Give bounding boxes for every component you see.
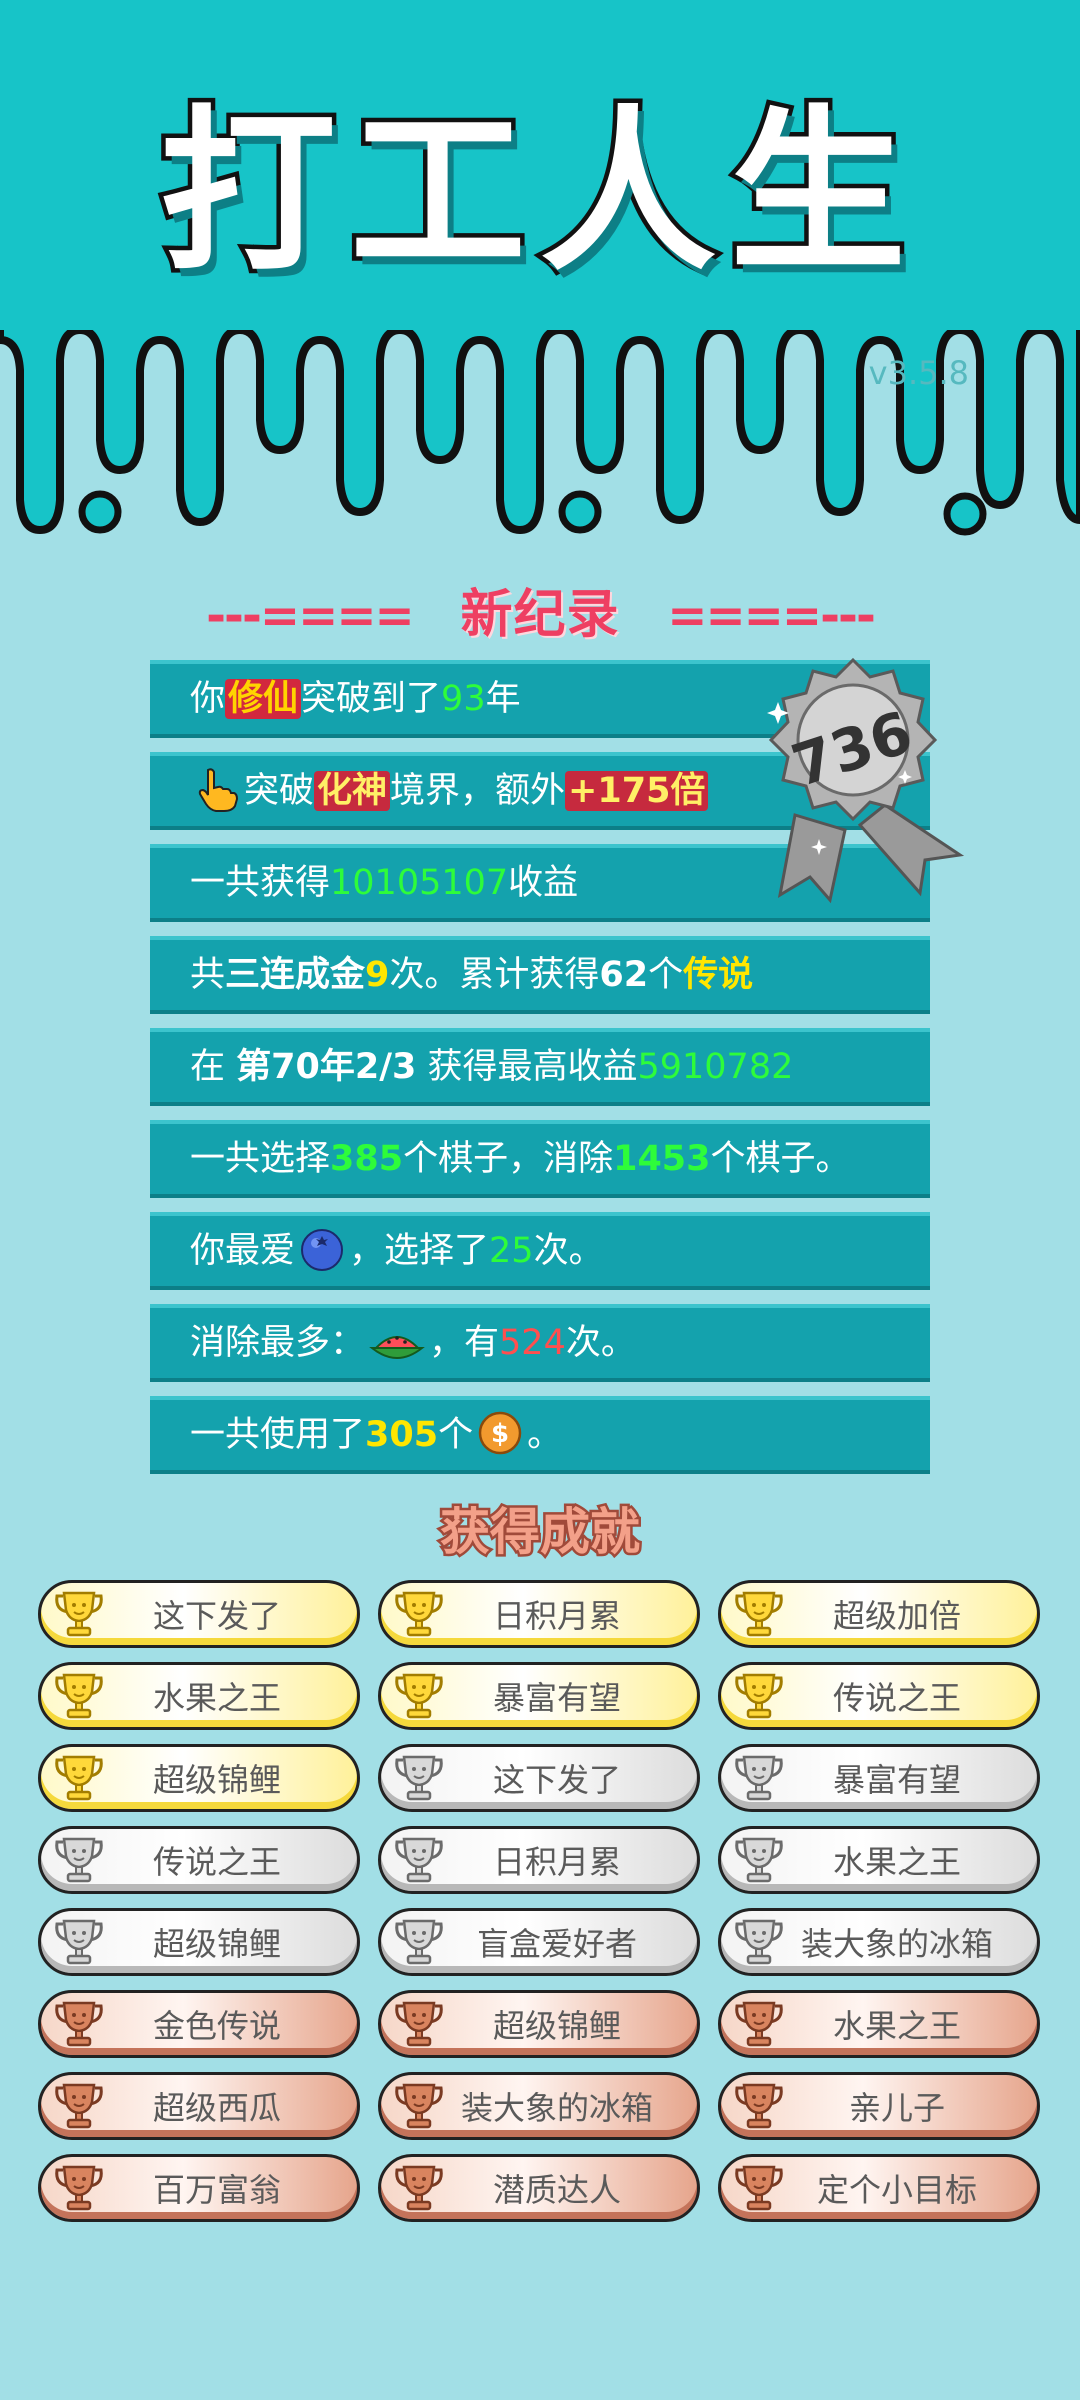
stat-row-coins: 一共使用了305个 $ 。 <box>150 1396 930 1474</box>
achievement-label: 水果之王 <box>832 2007 961 2045</box>
stat-row-triple: 共三连成金9次。累计获得62个传说 <box>150 936 930 1014</box>
achievement-badge[interactable]: 传说之王 <box>718 1662 1040 1730</box>
achievement-label: 定个小目标 <box>816 2171 977 2209</box>
trophy-icon <box>53 1916 105 1968</box>
achievement-label: 日积月累 <box>492 1597 621 1635</box>
achievement-label: 超级加倍 <box>832 1597 961 1635</box>
achievements-title: 获得成就 <box>438 1501 643 1564</box>
trophy-icon <box>53 2080 105 2132</box>
achievement-badge[interactable]: 装大象的冰箱 <box>378 2072 700 2140</box>
best-income-value: 5910782 <box>637 1047 794 1087</box>
blueberry-icon <box>299 1226 345 1272</box>
achievement-badge[interactable]: 超级西瓜 <box>38 2072 360 2140</box>
achievement-badge[interactable]: 日积月累 <box>378 1580 700 1648</box>
trophy-icon <box>393 1670 445 1722</box>
record-label: 新纪录 <box>460 585 620 645</box>
trophy-icon <box>733 1998 785 2050</box>
achievement-badge[interactable]: 盲盒爱好者 <box>378 1908 700 1976</box>
new-record-banner: ---==== 新纪录 ====--- <box>0 572 1080 647</box>
realm-tag: 化神 <box>314 771 391 811</box>
achievement-badge[interactable]: 暴富有望 <box>378 1662 700 1730</box>
achievement-label: 盲盒爱好者 <box>476 1925 637 1963</box>
achievement-label: 暴富有望 <box>492 1679 621 1717</box>
trophy-icon <box>733 1670 785 1722</box>
trophy-icon <box>393 2162 445 2214</box>
achievement-badge[interactable]: 超级锦鲤 <box>38 1744 360 1812</box>
achievement-label: 装大象的冰箱 <box>800 1925 993 1963</box>
achievement-badge[interactable]: 这下发了 <box>38 1580 360 1648</box>
stat-row-pieces: 一共选择385个棋子，消除1453个棋子。 <box>150 1120 930 1198</box>
trophy-icon <box>733 2080 785 2132</box>
achievement-label: 暴富有望 <box>832 1761 961 1799</box>
achievement-label: 超级锦鲤 <box>152 1761 281 1799</box>
achievement-label: 金色传说 <box>152 2007 281 2045</box>
header: 打工人生 v3.5.8 <box>0 0 1080 560</box>
achievement-badge[interactable]: 超级锦鲤 <box>38 1908 360 1976</box>
achievement-badge[interactable]: 亲儿子 <box>718 2072 1040 2140</box>
stat-row-most-eliminated: 消除最多： ，有524次。 <box>150 1304 930 1382</box>
trophy-icon <box>733 1916 785 1968</box>
realm-bonus: +175倍 <box>565 771 709 811</box>
trophy-icon <box>53 2162 105 2214</box>
app-title: 打工人生 <box>155 90 920 295</box>
achievement-badge[interactable]: 金色传说 <box>38 1990 360 2058</box>
achievements-grid: 这下发了 日积月累 超级加倍 水果之王 暴富有望 传说之王 超级锦鲤 这下发了 暴富有望 传说之王… <box>38 1580 1042 2222</box>
achievement-badge[interactable]: 超级锦鲤 <box>378 1990 700 2058</box>
trophy-icon <box>53 1588 105 1640</box>
trophy-icon <box>733 1834 785 1886</box>
trophy-icon <box>393 1752 445 1804</box>
watermelon-icon <box>369 1318 425 1364</box>
trophy-icon <box>733 1752 785 1804</box>
achievement-badge[interactable]: 暴富有望 <box>718 1744 1040 1812</box>
trophy-icon <box>53 1998 105 2050</box>
achievement-badge[interactable]: 水果之王 <box>718 1990 1040 2058</box>
trophy-icon <box>393 1834 445 1886</box>
achievement-badge[interactable]: 百万富翁 <box>38 2154 360 2222</box>
achievement-label: 百万富翁 <box>152 2171 281 2209</box>
achievement-label: 超级西瓜 <box>152 2089 281 2127</box>
trophy-icon <box>733 2162 785 2214</box>
achievement-badge[interactable]: 日积月累 <box>378 1826 700 1894</box>
achievement-label: 水果之王 <box>152 1679 281 1717</box>
achievement-badge[interactable]: 传说之王 <box>38 1826 360 1894</box>
achievement-badge[interactable]: 水果之王 <box>38 1662 360 1730</box>
pointing-hand-icon <box>194 766 240 812</box>
svg-text:$: $ <box>491 1419 509 1449</box>
trophy-icon <box>393 1588 445 1640</box>
achievement-label: 装大象的冰箱 <box>460 2089 653 2127</box>
achievement-label: 潜质达人 <box>492 2171 621 2209</box>
achievement-label: 这下发了 <box>152 1597 281 1635</box>
total-income-value: 10105107 <box>330 863 509 903</box>
achievement-label: 超级锦鲤 <box>492 2007 621 2045</box>
trophy-icon <box>393 1998 445 2050</box>
achievement-label: 超级锦鲤 <box>152 1925 281 1963</box>
achievement-badge[interactable]: 这下发了 <box>378 1744 700 1812</box>
achievement-badge[interactable]: 水果之王 <box>718 1826 1040 1894</box>
achievement-label: 日积月累 <box>492 1843 621 1881</box>
coin-icon: $ <box>477 1410 523 1456</box>
achievement-label: 水果之王 <box>832 1843 961 1881</box>
trophy-icon <box>53 1670 105 1722</box>
achievement-badge[interactable]: 定个小目标 <box>718 2154 1040 2222</box>
achievement-badge[interactable]: 装大象的冰箱 <box>718 1908 1040 1976</box>
stat-row-best-income: 在 第70年2/3 获得最高收益5910782 <box>150 1028 930 1106</box>
trophy-icon <box>53 1834 105 1886</box>
cultivation-years: 93 <box>441 679 486 719</box>
trophy-icon <box>733 1588 785 1640</box>
achievement-label: 这下发了 <box>492 1761 621 1799</box>
cultivation-tag: 修仙 <box>225 679 302 719</box>
record-left-dashes: ---==== <box>206 588 415 644</box>
achievement-label: 亲儿子 <box>848 2089 945 2127</box>
achievement-label: 传说之王 <box>832 1679 961 1717</box>
record-right-dashes: ====--- <box>667 588 876 644</box>
achievement-label: 传说之王 <box>152 1843 281 1881</box>
achievement-badge[interactable]: 潜质达人 <box>378 2154 700 2222</box>
stat-row-favorite: 你最爱 ，选择了25次。 <box>150 1212 930 1290</box>
version-label: v3.5.8 <box>868 354 969 392</box>
record-medal: 736 <box>735 655 975 905</box>
trophy-icon <box>393 2080 445 2132</box>
trophy-icon <box>53 1752 105 1804</box>
achievement-badge[interactable]: 超级加倍 <box>718 1580 1040 1648</box>
trophy-icon <box>393 1916 445 1968</box>
